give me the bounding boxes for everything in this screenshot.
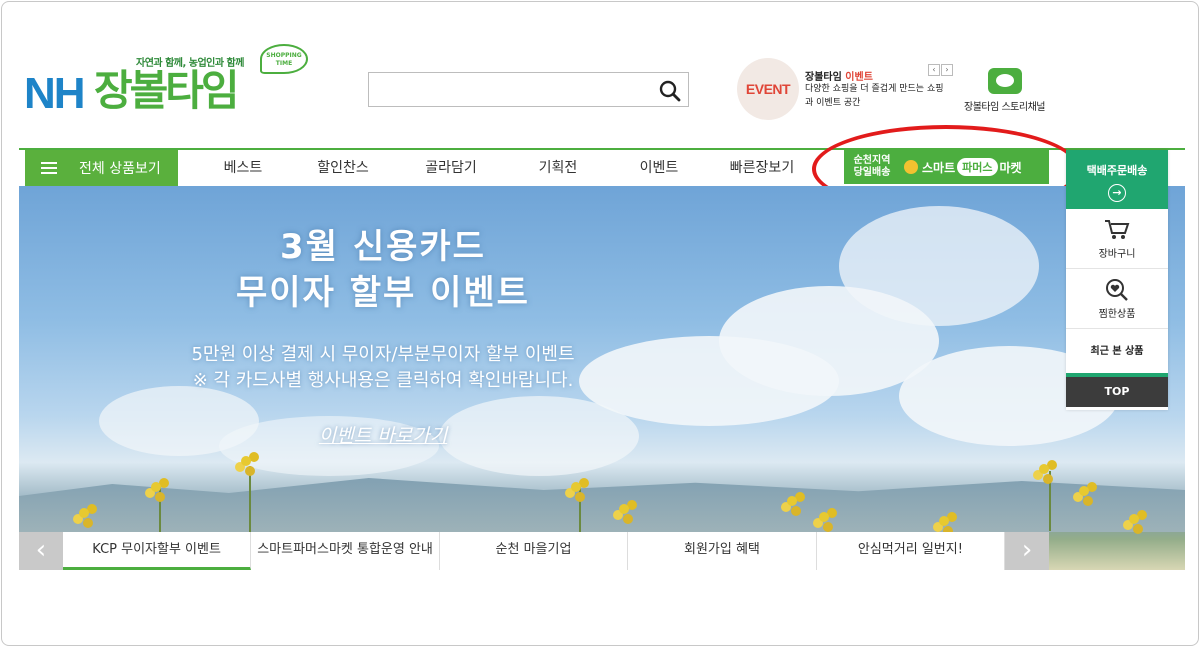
cloud-shape xyxy=(839,206,1039,326)
wishlist-button[interactable]: 찜한상품 xyxy=(1066,269,1168,329)
parcel-delivery-button[interactable]: 택배주문배송 → xyxy=(1066,150,1168,209)
search-input[interactable] xyxy=(369,73,649,106)
hero-subtitle-line1: 5만원 이상 결제 시 무이자/부분무이자 할부 이벤트 xyxy=(191,344,575,365)
quick-menu: 택배주문배송 → 장바구니 찜한상품 최근 본 상품 TOP xyxy=(1066,150,1168,410)
brand-right: 마켓 xyxy=(999,160,1022,175)
flower-stem xyxy=(159,486,161,536)
smart-farmers-market-button[interactable]: 순천지역 당일배송 스마트 파머스 마켓 xyxy=(844,150,1049,184)
flower-shape xyxy=(819,512,829,522)
event-promo-banner[interactable]: EVENT 장볼타임 이벤트 다양한 쇼핑을 더 즐겁게 만드는 쇼핑과 이벤트… xyxy=(737,58,957,120)
chat-bubble-icon xyxy=(987,68,1022,94)
nav-item-special[interactable]: 기획전 xyxy=(505,150,611,186)
flower-shape xyxy=(79,508,89,518)
flower-stem xyxy=(579,486,581,536)
same-day-delivery-label: 순천지역 당일배송 xyxy=(844,155,900,179)
local-line1: 순천지역 xyxy=(853,155,891,166)
smart-market-brand: 스마트 파머스 마켓 xyxy=(922,158,1022,176)
story-channel-label: 장볼타임 스토리채널 xyxy=(964,102,1045,113)
nav-item-pick[interactable]: 골라담기 xyxy=(397,150,505,186)
wishlist-label: 찜한상품 xyxy=(1098,309,1136,320)
search-icon[interactable] xyxy=(658,79,682,103)
medal-icon xyxy=(904,160,918,174)
search-box xyxy=(368,72,689,107)
recent-viewed-label[interactable]: 최근 본 상품 xyxy=(1066,329,1168,377)
nav-item-event[interactable]: 이벤트 xyxy=(611,150,707,186)
page-frame: 자연과 함께, 농업인과 함께 SHOPPING TIME NH 장볼타임 EV… xyxy=(1,1,1199,646)
slide-prev-button[interactable]: ‹ xyxy=(19,532,63,570)
flower-shape xyxy=(151,482,161,492)
event-description: 다양한 쇼핑을 더 즐겁게 만드는 쇼핑과 이벤트 공간 xyxy=(805,84,944,108)
hero-title-line1: 3월 신용카드 xyxy=(280,227,486,267)
heart-search-icon xyxy=(1104,279,1130,301)
slide-tabs: ‹ KCP 무이자할부 이벤트 스마트파머스마켓 통합운영 안내 순천 마을기업… xyxy=(19,532,1050,570)
slide-tab-village[interactable]: 순천 마을기업 xyxy=(439,532,629,570)
hero-title-line2: 무이자 할부 이벤트 xyxy=(236,273,530,313)
flower-shape xyxy=(241,456,251,466)
flower-shape xyxy=(1129,514,1139,524)
slide-next-button[interactable]: › xyxy=(1005,532,1050,570)
back-to-top-button[interactable]: TOP xyxy=(1066,377,1168,407)
flower-shape xyxy=(1039,464,1049,474)
hero-event-link[interactable]: 이벤트 바로가기 xyxy=(19,421,747,448)
event-title: 장볼타임 이벤트 xyxy=(805,68,873,83)
story-channel-link[interactable]: 장볼타임 스토리채널 xyxy=(957,68,1052,113)
logo-name-text: 장볼타임 xyxy=(94,66,240,115)
nav-item-best[interactable]: 베스트 xyxy=(197,150,289,186)
all-products-label: 전체 상품보기 xyxy=(79,161,161,177)
hero-banner[interactable]: 3월 신용카드 무이자 할부 이벤트 5만원 이상 결제 시 무이자/부분무이자… xyxy=(19,186,1185,570)
event-badge: EVENT xyxy=(737,58,799,120)
slide-tab-safe-food[interactable]: 안심먹거리 일번지! xyxy=(816,532,1006,570)
flower-shape xyxy=(571,482,581,492)
cart-label: 장바구니 xyxy=(1098,249,1136,260)
event-pager: ‹ › xyxy=(928,64,953,76)
cart-button[interactable]: 장바구니 xyxy=(1066,209,1168,269)
site-logo[interactable]: 자연과 함께, 농업인과 함께 SHOPPING TIME NH 장볼타임 xyxy=(24,42,314,122)
nav-item-discount[interactable]: 할인찬스 xyxy=(289,150,397,186)
event-next-button[interactable]: › xyxy=(941,64,953,76)
hero-subtitle-line2: ※ 각 카드사별 행사내용은 클릭하여 확인바랍니다. xyxy=(192,370,574,391)
nav-item-quick-shop[interactable]: 빠른장보기 xyxy=(707,150,817,186)
flower-shape xyxy=(787,496,797,506)
flower-shape xyxy=(1079,486,1089,496)
cart-icon xyxy=(1104,219,1130,241)
flower-shape xyxy=(619,504,629,514)
logo-bubble-badge: SHOPPING TIME xyxy=(260,44,308,74)
flower-shape xyxy=(939,516,949,526)
all-products-button[interactable]: 전체 상품보기 xyxy=(25,150,178,186)
logo-nh-text: NH xyxy=(24,69,86,118)
local-line2: 당일배송 xyxy=(853,167,891,178)
nav-menu: 베스트 할인찬스 골라담기 기획전 이벤트 빠른장보기 xyxy=(197,150,817,186)
slide-tab-smart-market[interactable]: 스마트파머스마켓 통합운영 안내 xyxy=(251,532,440,570)
arrow-right-icon: → xyxy=(1108,184,1126,202)
parcel-delivery-label: 택배주문배송 xyxy=(1086,164,1148,177)
brand-pill: 파머스 xyxy=(957,158,998,176)
flower-stem xyxy=(1049,471,1051,531)
hamburger-icon xyxy=(41,162,57,174)
brand-left: 스마트 xyxy=(922,160,956,175)
event-prev-button[interactable]: ‹ xyxy=(928,64,940,76)
flower-stem xyxy=(249,466,251,536)
mountain-shape xyxy=(19,478,1185,532)
slide-tab-signup[interactable]: 회원가입 혜택 xyxy=(628,532,817,570)
slide-tab-kcp[interactable]: KCP 무이자할부 이벤트 xyxy=(62,532,252,570)
